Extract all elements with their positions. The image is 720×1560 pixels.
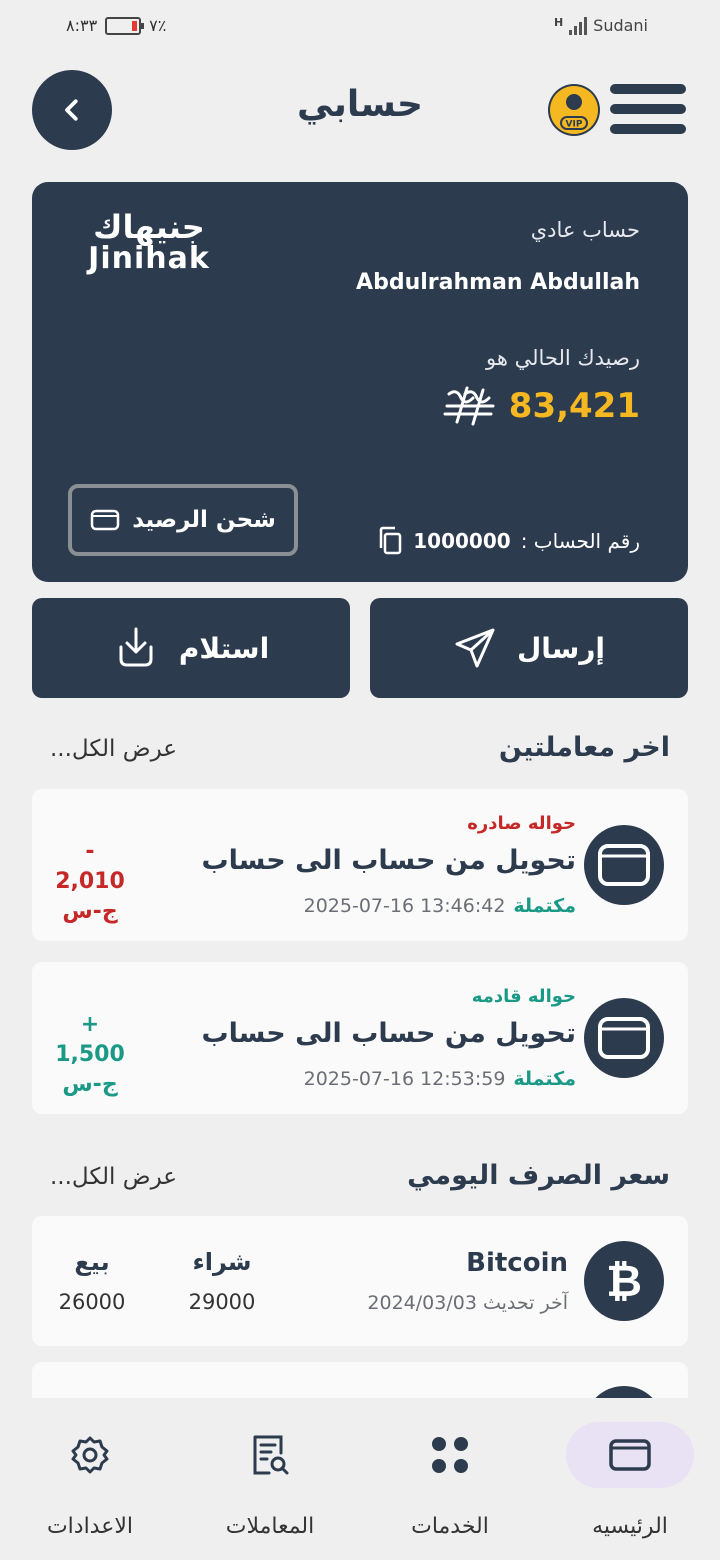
transaction-status: مكتملة [513,1068,576,1090]
top-up-label: شحن الرصيد [132,507,276,533]
account-holder-name: Abdulrahman Abdullah [356,270,640,295]
logo-arabic: جنيهاك [93,208,205,246]
transaction-amount: + 1,500 ج-س [50,1010,130,1100]
copy-icon[interactable] [377,526,403,556]
vip-avatar[interactable]: VIP [548,84,600,136]
status-bar: ٨:٣٣ ٧٪ H Sudani [0,0,720,56]
battery-icon [105,16,145,35]
send-icon [455,628,495,668]
bottom-navigation: الرئيسيه الخدمات المعاملات الاعدادات [0,1398,720,1560]
nav-home-label: الرئيسيه [592,1514,668,1539]
account-number-row: رقم الحساب : 1000000 [377,526,640,556]
currency-name: Bitcoin [466,1248,568,1278]
balance-row: 83,421 [439,384,640,428]
transaction-currency: ج-س [62,899,118,924]
sell-rate: 26000 [58,1290,126,1314]
transaction-description: تحويل من حساب الى حساب [201,845,577,876]
transaction-date: 2025-07-16 13:46:42 [303,895,506,917]
top-up-button[interactable]: شحن الرصيد [68,484,298,556]
transaction-status: مكتملة [513,895,576,917]
buy-label: شراء [192,1248,252,1276]
transactions-title: اخر معاملتين [498,732,670,763]
nav-services-label: الخدمات [411,1514,489,1539]
exchange-view-all-link[interactable]: عرض الكل... [50,1164,177,1190]
nav-transactions-label: المعاملات [225,1514,315,1539]
currency-symbol-icon [443,386,495,426]
menu-icon[interactable] [610,84,686,134]
buy-column: شراء 29000 [182,1248,262,1314]
nav-transactions[interactable]: المعاملات [195,1422,345,1539]
nav-settings[interactable]: الاعدادات [15,1422,165,1539]
wallet-icon [566,1422,694,1488]
last-updated: آخر تحديث 2024/03/03 [367,1292,568,1314]
nav-settings-label: الاعدادات [46,1514,134,1539]
bitcoin-icon: ₿ [584,1241,664,1321]
balance-amount: 83,421 [508,386,640,426]
receipt-search-icon [206,1422,334,1488]
account-number: 1000000 [413,529,511,553]
sell-label: بيع [74,1248,110,1276]
logo-english: Jinihak [88,241,210,276]
vip-badge-text: VIP [566,120,583,130]
download-icon [119,627,153,667]
transaction-amount: - 2,010 ج-س [50,837,130,927]
sell-column: بيع 26000 [52,1248,132,1314]
network-type-label: H [553,16,564,29]
vip-user-icon: VIP [550,86,598,134]
transaction-direction: حواله قادمه [471,986,576,1007]
grid-icon [386,1422,514,1488]
send-label: إرسال [516,631,606,665]
wallet-icon [584,825,664,905]
app-logo: جنيهاك Jinihak [84,210,214,274]
transaction-date: 2025-07-16 12:53:59 [303,1068,506,1090]
transaction-item[interactable]: حواله قادمه تحويل من حساب الى حساب مكتمل… [32,962,688,1114]
exchange-rate-item[interactable]: ₿ Bitcoin آخر تحديث 2024/03/03 شراء 2900… [32,1216,688,1346]
nav-home[interactable]: الرئيسيه [555,1422,705,1539]
receive-label: استلام [178,631,270,665]
buy-rate: 29000 [188,1290,256,1314]
receive-button[interactable]: استلام [32,598,350,698]
send-button[interactable]: إرسال [370,598,688,698]
account-type: حساب عادي [530,218,640,242]
transaction-direction: حواله صادره [467,813,576,834]
gear-icon [26,1422,154,1488]
wallet-icon [90,509,120,531]
account-number-label: رقم الحساب : [520,529,640,553]
battery-level: ٧٪ [149,16,167,35]
transaction-currency: ج-س [62,1072,118,1097]
signal-icon [569,16,588,35]
transaction-item[interactable]: حواله صادره تحويل من حساب الى حساب مكتمل… [32,789,688,941]
transaction-amount-value: + 1,500 [55,1012,125,1067]
nav-services[interactable]: الخدمات [375,1422,525,1539]
account-card: جنيهاك Jinihak حساب عادي Abdulrahman Abd… [32,182,688,582]
transaction-description: تحويل من حساب الى حساب [201,1018,577,1049]
exchange-title: سعر الصرف اليومي [407,1160,670,1191]
carrier-name: Sudani [593,16,648,35]
balance-label: رصيدك الحالي هو [485,346,640,370]
status-time: ٨:٣٣ [66,16,98,35]
transactions-view-all-link[interactable]: عرض الكل... [50,736,177,762]
transaction-amount-value: - 2,010 [55,839,125,894]
wallet-icon [584,998,664,1078]
